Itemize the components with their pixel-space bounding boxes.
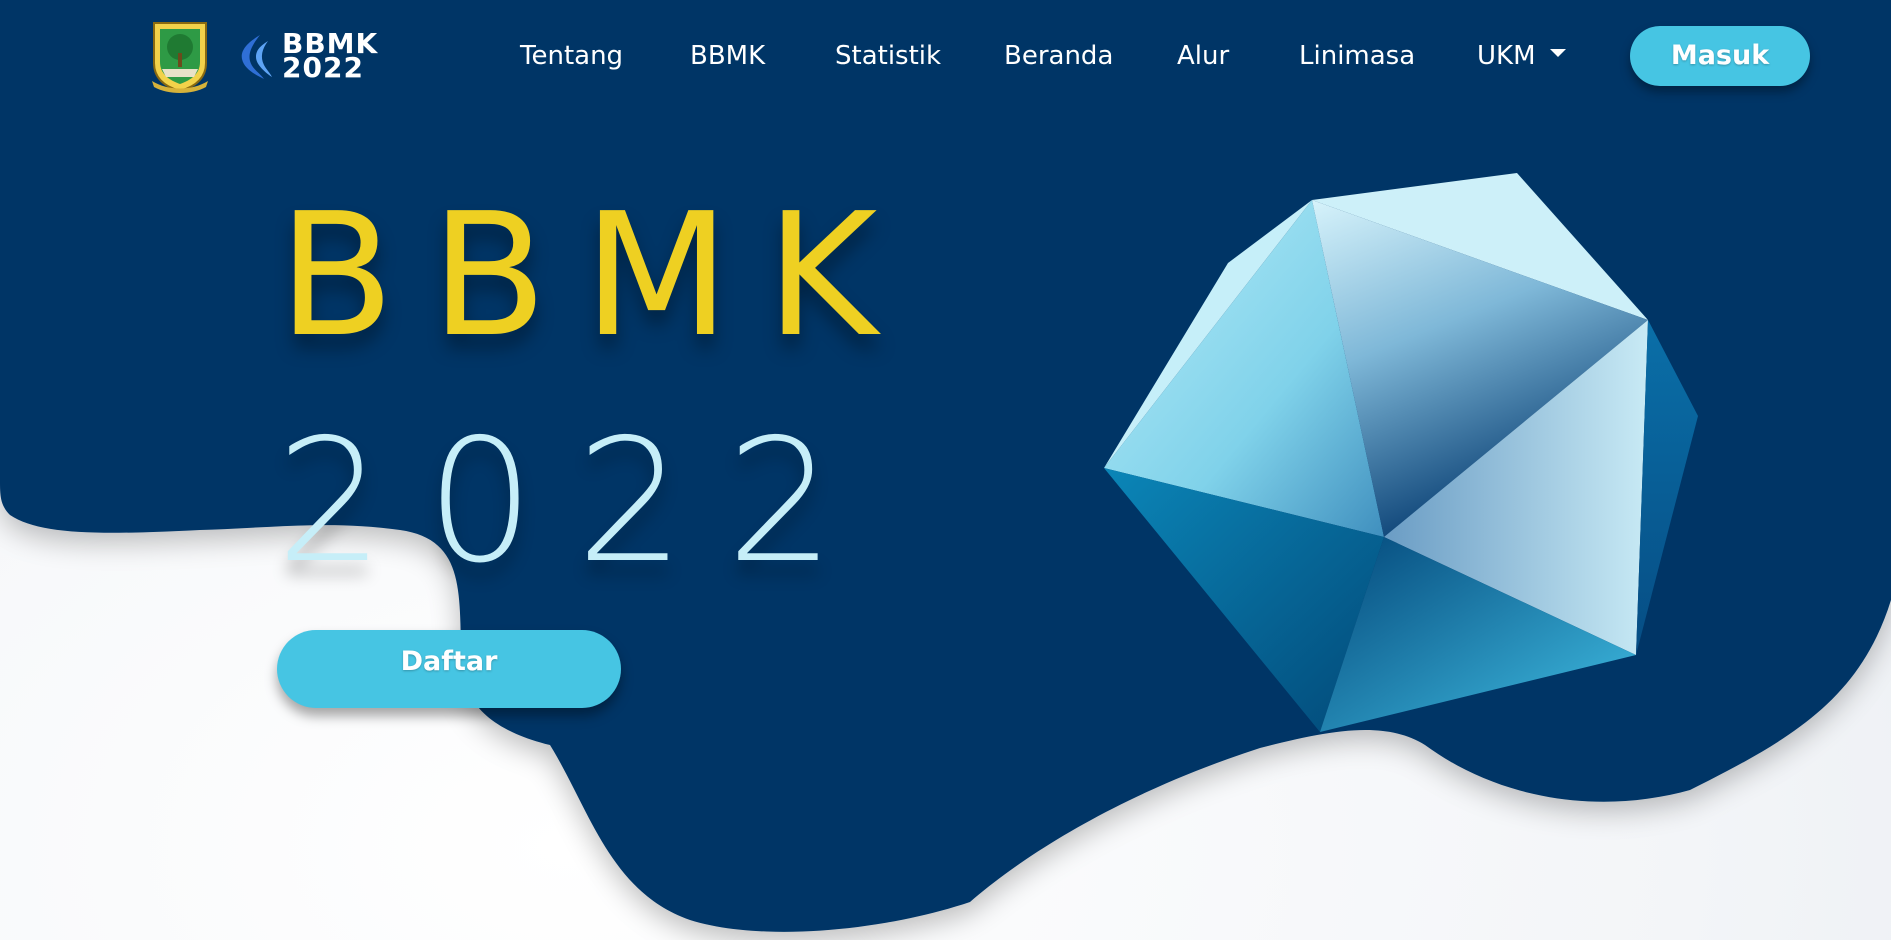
nav-item-tentang[interactable]: Tentang <box>520 36 623 76</box>
login-button[interactable]: Masuk <box>1630 26 1810 86</box>
nav-item-ukm-dropdown[interactable]: UKM <box>1477 36 1566 76</box>
nav-item-alur[interactable]: Alur <box>1177 36 1229 76</box>
crystal-polyhedron-icon <box>1104 173 1698 732</box>
nav-item-beranda[interactable]: Beranda <box>1004 36 1113 76</box>
nav-item-ukm-label: UKM <box>1477 41 1536 71</box>
top-navbar: BBMK 2022 Tentang BBMK Statistik Beranda… <box>0 0 1891 115</box>
register-button[interactable]: Daftar <box>277 630 621 708</box>
nav-item-linimasa[interactable]: Linimasa <box>1299 36 1415 76</box>
landing-page: BBMK 2022 Tentang BBMK Statistik Beranda… <box>0 0 1891 940</box>
brand-line-2: 2022 <box>282 51 364 84</box>
caret-down-icon <box>1549 48 1566 57</box>
brand-logo[interactable]: BBMK 2022 <box>238 28 378 84</box>
hero-year: 2022 <box>276 403 877 601</box>
regional-seal-icon[interactable] <box>148 17 212 93</box>
nav-item-statistik[interactable]: Statistik <box>835 36 941 76</box>
hero-title: BBMK <box>278 177 914 375</box>
nav-item-bbmk[interactable]: BBMK <box>690 36 765 76</box>
flame-mark-icon <box>241 35 272 79</box>
